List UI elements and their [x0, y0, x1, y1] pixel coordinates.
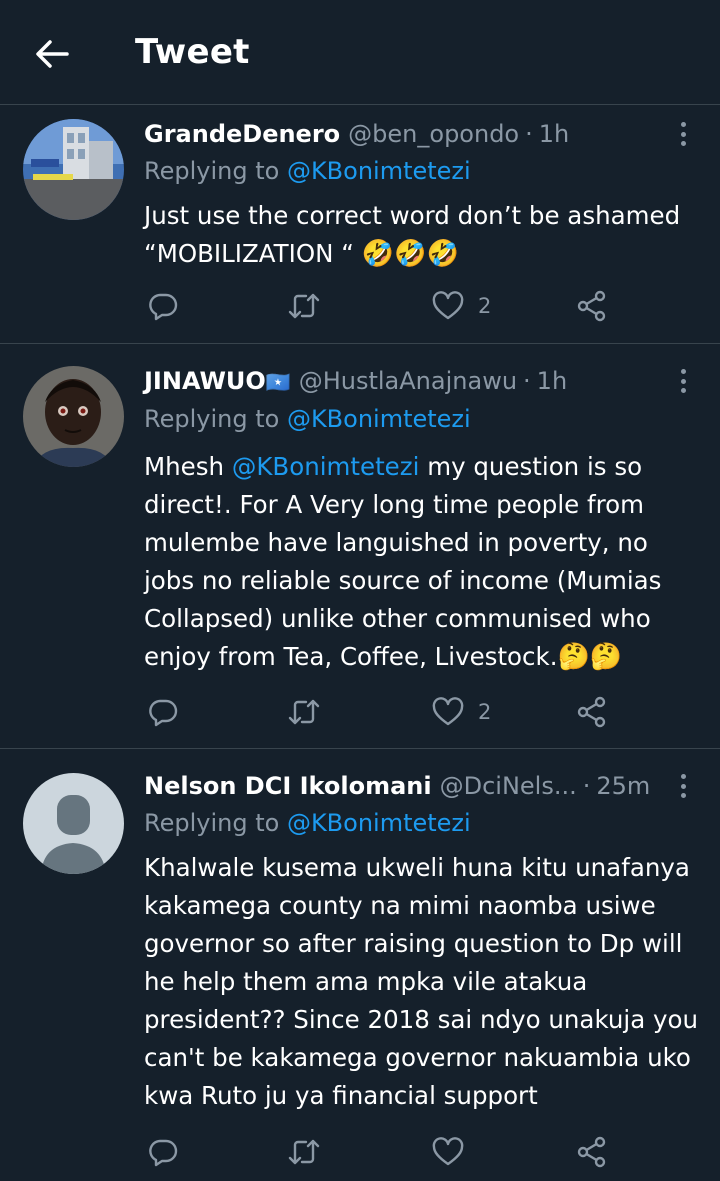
display-name[interactable]: JINAWUO🇸🇴: [144, 367, 291, 395]
replying-to-mention[interactable]: @KBonimtetezi: [287, 405, 471, 433]
more-icon[interactable]: [672, 771, 694, 801]
share-icon: [577, 696, 606, 728]
reply-button[interactable]: [148, 692, 178, 732]
tweet-header: GrandeDenero @ben_opondo · 1h: [144, 117, 660, 151]
replying-to-label: Replying to: [144, 809, 287, 837]
like-icon: [432, 1137, 464, 1166]
emoji: 🤔🤔: [557, 642, 623, 672]
retweet-button[interactable]: [287, 692, 321, 732]
avatar[interactable]: [23, 119, 124, 220]
replying-to-label: Replying to: [144, 157, 287, 185]
timestamp[interactable]: 1h: [537, 367, 567, 395]
emoji: 🤣🤣🤣: [361, 239, 459, 269]
reply-icon: [149, 699, 178, 727]
retweet-icon: [288, 699, 320, 725]
tweet-text: Khalwale kusema ukweli huna kitu unafany…: [144, 853, 699, 1110]
replying-to-label: Replying to: [144, 405, 287, 433]
retweet-icon: [288, 1139, 320, 1165]
display-name-text: JINAWUO: [144, 367, 266, 395]
tweet-text-segment: “MOBILIZATION “: [144, 239, 362, 268]
display-name[interactable]: Nelson DCI Ikolomani: [144, 772, 432, 800]
top-bar: Tweet: [0, 0, 720, 105]
share-button[interactable]: [576, 1132, 608, 1172]
avatar[interactable]: [23, 773, 124, 874]
separator: ·: [525, 120, 533, 148]
tweet-reply[interactable]: GrandeDenero @ben_opondo · 1h Replying t…: [0, 105, 720, 344]
reply-button[interactable]: [148, 1132, 178, 1172]
tweet-text-segment: Mhesh: [144, 452, 232, 481]
user-handle[interactable]: @HustlaAnajnawu: [299, 367, 517, 395]
tweet-reply[interactable]: JINAWUO🇸🇴 @HustlaAnajnawu · 1h Replying …: [0, 344, 720, 749]
replying-to: Replying to @KBonimtetezi: [144, 157, 471, 185]
avatar[interactable]: [23, 366, 124, 467]
tweet-text-line: Just use the correct word don’t be asham…: [144, 201, 681, 230]
flag-icon: 🇸🇴: [265, 370, 291, 394]
like-button[interactable]: 2: [432, 692, 491, 732]
tweet-text-line: “MOBILIZATION “ 🤣🤣🤣: [144, 235, 704, 273]
tweet-actions: 2: [0, 286, 720, 326]
replying-to: Replying to @KBonimtetezi: [144, 809, 471, 837]
replying-to-mention[interactable]: @KBonimtetezi: [287, 157, 471, 185]
mention-link[interactable]: @KBonimtetezi: [232, 452, 420, 481]
retweet-button[interactable]: [287, 1132, 321, 1172]
separator: ·: [523, 367, 531, 395]
tweet-header: JINAWUO🇸🇴 @HustlaAnajnawu · 1h: [144, 364, 660, 398]
more-icon[interactable]: [672, 119, 694, 149]
share-icon: [577, 1136, 606, 1168]
reply-icon: [149, 1139, 178, 1167]
tweet-text: Mhesh @KBonimtetezi my question is so di…: [144, 448, 704, 676]
like-count: 2: [478, 294, 492, 318]
tweet-reply[interactable]: Nelson DCI Ikolomani @DciNels... · 25m R…: [0, 749, 720, 1181]
like-icon: [432, 291, 464, 320]
share-button[interactable]: [576, 692, 608, 732]
page-title: Tweet: [135, 32, 250, 72]
retweet-button[interactable]: [287, 286, 321, 326]
replying-to: Replying to @KBonimtetezi: [144, 405, 471, 433]
tweet-header: Nelson DCI Ikolomani @DciNels... · 25m: [144, 769, 660, 803]
reply-icon: [149, 293, 178, 321]
retweet-icon: [288, 293, 320, 319]
more-icon[interactable]: [672, 366, 694, 396]
back-button[interactable]: [30, 32, 74, 76]
share-icon: [577, 290, 606, 322]
like-count: 2: [478, 700, 492, 724]
replying-to-mention[interactable]: @KBonimtetezi: [287, 809, 471, 837]
separator: ·: [582, 772, 591, 800]
like-button[interactable]: [432, 1132, 464, 1172]
share-button[interactable]: [576, 286, 608, 326]
user-handle[interactable]: @DciNels...: [440, 772, 577, 800]
like-button[interactable]: 2: [432, 286, 491, 326]
arrow-left-icon: [36, 40, 69, 68]
timestamp[interactable]: 25m: [596, 772, 650, 800]
like-icon: [432, 697, 464, 726]
tweet-actions: 2: [0, 692, 720, 732]
tweet-text-segment: my question is so direct!. For A Very lo…: [144, 452, 662, 671]
user-handle[interactable]: @ben_opondo: [348, 120, 519, 148]
tweet-actions: [0, 1132, 720, 1172]
tweet-text: Just use the correct word don’t be asham…: [144, 197, 704, 273]
display-name[interactable]: GrandeDenero: [144, 120, 340, 148]
timestamp[interactable]: 1h: [539, 120, 569, 148]
reply-button[interactable]: [148, 286, 178, 326]
